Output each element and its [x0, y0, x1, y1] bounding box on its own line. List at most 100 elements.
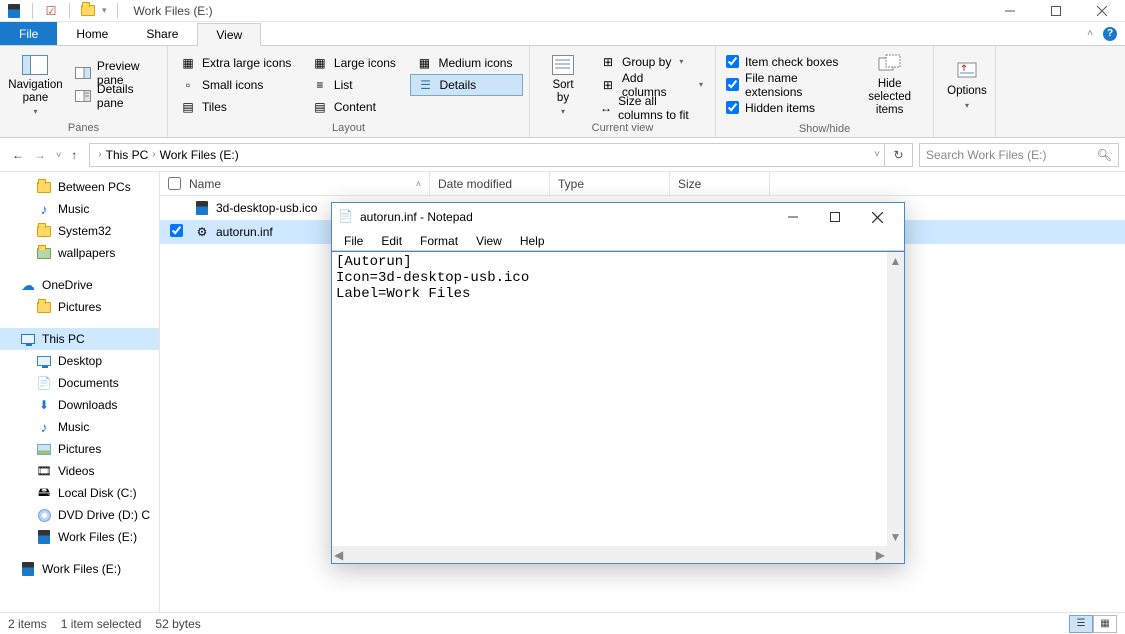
up-button[interactable]: ↑ — [71, 148, 77, 162]
content-button[interactable]: ▤Content — [306, 96, 407, 118]
tab-share[interactable]: Share — [127, 22, 197, 45]
file-extensions-toggle[interactable]: File name extensions — [722, 74, 848, 96]
qat-dropdown-icon[interactable]: ▾ — [102, 5, 107, 16]
nav-wallpapers[interactable]: wallpapers — [0, 242, 159, 264]
notepad-scrollbar-vertical[interactable]: ▲▼ — [887, 252, 904, 546]
navigation-pane-icon — [21, 53, 49, 77]
file-extensions-checkbox[interactable] — [726, 78, 739, 91]
column-size[interactable]: Size — [670, 172, 770, 195]
thumbnails-view-button[interactable]: ▦ — [1093, 615, 1117, 633]
notepad-minimize-button[interactable] — [772, 203, 814, 231]
tiles-button[interactable]: ▤Tiles — [174, 96, 302, 118]
notepad-menu-file[interactable]: File — [336, 234, 371, 248]
nav-onedrive-pictures[interactable]: Pictures — [0, 296, 159, 318]
maximize-button[interactable] — [1033, 0, 1079, 22]
large-icons-button[interactable]: ▦Large icons — [306, 52, 407, 74]
notepad-menu-edit[interactable]: Edit — [373, 234, 410, 248]
med-icons-icon: ▦ — [416, 55, 432, 71]
navigation-pane-button[interactable]: Navigation pane ▾ — [6, 48, 65, 121]
nav-music[interactable]: ♪Music — [0, 198, 159, 220]
breadcrumb-drive[interactable]: Work Files (E:) — [160, 148, 239, 162]
options-button[interactable]: Options ▾ — [940, 48, 994, 121]
column-type[interactable]: Type — [550, 172, 670, 195]
column-date[interactable]: Date modified — [430, 172, 550, 195]
qat-folder-icon[interactable] — [80, 3, 96, 19]
sort-by-button[interactable]: Sort by ▾ — [536, 48, 590, 121]
notepad-resize-grip[interactable] — [887, 546, 904, 563]
breadcrumb-sep-icon[interactable]: › — [98, 149, 101, 160]
column-name[interactable]: Name ˄ — [160, 172, 430, 195]
notepad-window[interactable]: 📄 autorun.inf - Notepad File Edit Format… — [331, 202, 905, 564]
navigation-pane[interactable]: Between PCs ♪Music System32 wallpapers ☁… — [0, 172, 160, 612]
file-checkbox[interactable] — [170, 224, 183, 237]
notepad-menu-view[interactable]: View — [468, 234, 510, 248]
scroll-right-icon: ▶ — [876, 548, 885, 562]
nav-local-disk[interactable]: 🖴Local Disk (C:) — [0, 482, 159, 504]
list-button[interactable]: ≡List — [306, 74, 407, 96]
notepad-maximize-button[interactable] — [814, 203, 856, 231]
nav-videos[interactable]: 🎞Videos — [0, 460, 159, 482]
breadcrumb-sep-icon[interactable]: › — [152, 149, 155, 160]
ribbon-collapse-icon[interactable]: ˄ — [1087, 28, 1093, 39]
hide-selected-button[interactable]: Hide selected items — [852, 48, 927, 122]
hidden-items-toggle[interactable]: Hidden items — [722, 97, 848, 119]
details-pane-button[interactable]: Details pane — [69, 85, 161, 107]
notepad-menu-help[interactable]: Help — [512, 234, 553, 248]
small-icons-button[interactable]: ▫Small icons — [174, 74, 302, 96]
nav-music2[interactable]: ♪Music — [0, 416, 159, 438]
nav-downloads[interactable]: ⬇Downloads — [0, 394, 159, 416]
back-button[interactable]: ← — [12, 148, 24, 162]
hidden-items-checkbox[interactable] — [726, 101, 739, 114]
select-all-checkbox[interactable] — [168, 177, 181, 190]
add-columns-button[interactable]: ⊞Add columns▾ — [594, 74, 709, 96]
group-label-layout: Layout — [174, 121, 523, 135]
nav-system32[interactable]: System32 — [0, 220, 159, 242]
preview-pane-button[interactable]: Preview pane — [69, 62, 161, 84]
close-button[interactable] — [1079, 0, 1125, 22]
hide-selected-icon — [876, 52, 904, 76]
notepad-menu-format[interactable]: Format — [412, 234, 466, 248]
tiles-icon: ▤ — [180, 99, 196, 115]
notepad-scrollbar-horizontal[interactable]: ◀▶ — [332, 546, 887, 563]
nav-dvd-drive[interactable]: DVD Drive (D:) C — [0, 504, 159, 526]
notepad-titlebar[interactable]: 📄 autorun.inf - Notepad — [332, 203, 904, 231]
notepad-close-button[interactable] — [856, 203, 898, 231]
item-check-boxes-toggle[interactable]: Item check boxes — [722, 51, 848, 73]
nav-documents[interactable]: 📄Documents — [0, 372, 159, 394]
status-selected-count: 1 item selected — [61, 617, 142, 631]
details-pane-icon — [75, 88, 91, 104]
nav-onedrive[interactable]: ☁OneDrive — [0, 274, 159, 296]
details-view-button[interactable]: ☰ — [1069, 615, 1093, 633]
minimize-button[interactable] — [987, 0, 1033, 22]
nav-desktop[interactable]: Desktop — [0, 350, 159, 372]
refresh-button[interactable]: ↻ — [885, 143, 913, 167]
notepad-menu: File Edit Format View Help — [332, 231, 904, 251]
tab-home[interactable]: Home — [57, 22, 127, 45]
qat-check-icon[interactable]: ☑ — [43, 3, 59, 19]
group-label-showhide: Show/hide — [722, 122, 927, 136]
recent-dropdown-icon[interactable]: ˅ — [56, 150, 61, 160]
ico-file-icon — [194, 200, 210, 216]
size-columns-button[interactable]: ↔Size all columns to fit — [594, 97, 709, 119]
group-by-button[interactable]: ⊞Group by▾ — [594, 51, 709, 73]
extra-large-icons-button[interactable]: ▦Extra large icons — [174, 52, 302, 74]
help-icon[interactable]: ? — [1103, 27, 1117, 41]
list-icon: ≡ — [312, 77, 328, 93]
nav-work-files[interactable]: Work Files (E:) — [0, 526, 159, 548]
tab-file[interactable]: File — [0, 22, 57, 45]
nav-work-files-root[interactable]: Work Files (E:) — [0, 558, 159, 580]
forward-button[interactable]: → — [34, 148, 46, 162]
notepad-text-area[interactable]: [Autorun] Icon=3d-desktop-usb.ico Label=… — [332, 252, 904, 304]
medium-icons-button[interactable]: ▦Medium icons — [410, 52, 523, 74]
details-button[interactable]: ☰Details — [410, 74, 523, 96]
item-check-boxes-checkbox[interactable] — [726, 55, 739, 68]
nav-between-pcs[interactable]: Between PCs — [0, 176, 159, 198]
address-bar[interactable]: › This PC › Work Files (E:) ˅ — [89, 143, 885, 167]
nav-pictures2[interactable]: Pictures — [0, 438, 159, 460]
nav-this-pc[interactable]: This PC — [0, 328, 159, 350]
tab-view[interactable]: View — [197, 23, 261, 46]
search-input[interactable]: Search Work Files (E:) 🔍︎ — [919, 143, 1119, 167]
address-dropdown-icon[interactable]: ˅ — [874, 149, 880, 160]
breadcrumb-thispc[interactable]: This PC — [106, 148, 149, 162]
disk-icon: 🖴 — [36, 485, 52, 501]
